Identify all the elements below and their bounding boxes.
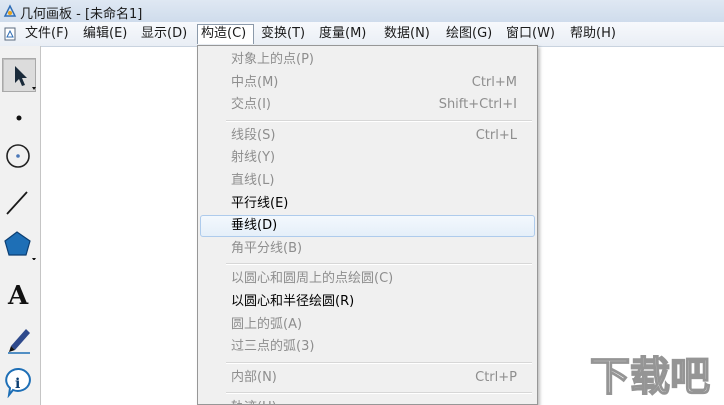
menu-item-label: 以圆心和半径绘圆(R) bbox=[231, 294, 355, 309]
info-icon: i bbox=[5, 367, 31, 398]
app-logo-icon bbox=[3, 4, 17, 17]
menu-item-label: 平行线(E) bbox=[231, 195, 289, 211]
construct-menu-item[interactable]: 线段(S) Ctrl+L bbox=[200, 125, 535, 147]
menu-number[interactable]: 数据(N) bbox=[381, 24, 439, 44]
text-tool[interactable]: A bbox=[2, 276, 36, 310]
arrow-select-tool[interactable] bbox=[2, 58, 36, 92]
construct-menu-item[interactable]: 圆上的弧(A) bbox=[200, 314, 535, 336]
circle-icon bbox=[6, 144, 30, 168]
compass-tool[interactable] bbox=[2, 138, 36, 172]
construct-menu-item[interactable]: 垂线(D) bbox=[200, 215, 535, 238]
document-icon[interactable] bbox=[3, 27, 17, 41]
point-tool[interactable] bbox=[2, 101, 36, 135]
menu-help[interactable]: 帮助(H) bbox=[567, 24, 623, 44]
arrow-icon bbox=[15, 66, 36, 90]
construct-menu-item[interactable]: 对象上的点(P) bbox=[200, 49, 535, 71]
menu-bar: 文件(F) 编辑(E) 显示(D) 构造(C) 变换(T) 度量(M) 数据(N) 绘图(G)… bbox=[0, 22, 724, 47]
svg-text:A: A bbox=[7, 281, 29, 310]
menu-file[interactable]: 文件(F) bbox=[22, 24, 78, 44]
construct-menu-item[interactable]: 以圆心和半径绘圆(R) bbox=[200, 291, 535, 313]
polygon-tool[interactable] bbox=[2, 226, 36, 260]
svg-text:i: i bbox=[15, 376, 20, 392]
menu-window[interactable]: 窗口(W) bbox=[503, 24, 563, 44]
menu-item-shortcut: Ctrl+P bbox=[475, 369, 517, 385]
watermark-logo: 下载吧 bbox=[589, 353, 711, 401]
menu-item-label: 过三点的弧(3) bbox=[231, 339, 315, 355]
menu-item-label: 垂线(D) bbox=[231, 218, 278, 234]
construct-menu-item[interactable]: 角平分线(B) bbox=[200, 238, 535, 260]
construct-menu-item[interactable]: 交点(I) Shift+Ctrl+I bbox=[200, 94, 535, 116]
menu-separator bbox=[226, 263, 532, 266]
menu-construct[interactable]: 构造(C) bbox=[197, 24, 254, 44]
menu-item-shortcut: Shift+Ctrl+I bbox=[438, 97, 517, 113]
menu-separator bbox=[226, 361, 532, 364]
menu-item-label: 角平分线(B) bbox=[231, 240, 303, 256]
menu-item-label: 交点(I) bbox=[231, 97, 271, 113]
point-icon bbox=[16, 115, 22, 121]
menu-item-label: 对象上的点(P) bbox=[231, 52, 314, 67]
menu-separator bbox=[226, 392, 532, 395]
menu-item-label: 直线(L) bbox=[231, 173, 275, 188]
svg-text:下载吧: 下载吧 bbox=[590, 354, 710, 400]
menu-measure[interactable]: 度量(M) bbox=[316, 24, 377, 44]
menu-display[interactable]: 显示(D) bbox=[138, 24, 194, 44]
menu-item-label: 圆上的弧(A) bbox=[231, 316, 303, 332]
menu-item-label: 中点(M) bbox=[231, 74, 279, 90]
menu-item-label: 轨迹(U) bbox=[231, 397, 277, 404]
construct-menu-item[interactable]: 直线(L) bbox=[200, 170, 535, 192]
construct-dropdown-menu: 对象上的点(P) 中点(M) Ctrl+M 交点(I) Shift+Ctrl+I 线段(S… bbox=[197, 45, 538, 405]
construct-menu-item[interactable]: 以圆心和圆周上的点绘圆(C) bbox=[200, 268, 535, 290]
toolbox: A i bbox=[0, 46, 41, 405]
menu-edit[interactable]: 编辑(E) bbox=[80, 24, 136, 44]
straightedge-tool[interactable] bbox=[2, 182, 36, 216]
pentagon-icon bbox=[4, 231, 36, 260]
menu-separator bbox=[226, 119, 532, 122]
construct-menu-item[interactable]: 平行线(E) bbox=[200, 193, 535, 215]
line-icon bbox=[6, 191, 28, 215]
window-title: 几何画板 - [未命名1] bbox=[20, 7, 143, 22]
menu-item-label: 内部(N) bbox=[231, 369, 277, 385]
marker-tool[interactable] bbox=[2, 320, 36, 354]
menu-graph[interactable]: 绘图(G) bbox=[443, 24, 499, 44]
menu-item-shortcut: Ctrl+L bbox=[475, 127, 517, 143]
menu-item-label: 线段(S) bbox=[231, 127, 276, 143]
text-a-icon: A bbox=[7, 281, 29, 310]
title-bar: 几何画板 - [未命名1] bbox=[0, 0, 724, 22]
menu-item-label: 以圆心和圆周上的点绘圆(C) bbox=[231, 271, 394, 287]
menu-transform[interactable]: 变换(T) bbox=[258, 24, 312, 44]
pen-icon bbox=[8, 329, 30, 354]
menu-item-shortcut: Ctrl+M bbox=[471, 74, 517, 90]
construct-menu-item[interactable]: 过三点的弧(3) bbox=[200, 336, 535, 358]
information-tool[interactable]: i bbox=[2, 364, 36, 398]
menu-item-label: 射线(Y) bbox=[231, 150, 276, 166]
construct-menu-item[interactable]: 射线(Y) bbox=[200, 147, 535, 169]
construct-menu-item[interactable]: 轨迹(U) bbox=[200, 397, 535, 404]
construct-menu-item[interactable]: 内部(N) Ctrl+P bbox=[200, 367, 535, 389]
construct-menu-item[interactable]: 中点(M) Ctrl+M bbox=[200, 72, 535, 94]
